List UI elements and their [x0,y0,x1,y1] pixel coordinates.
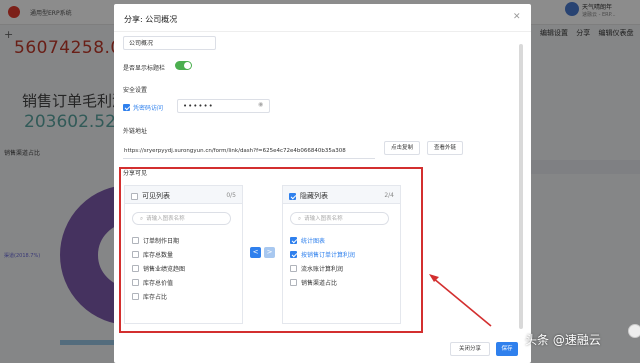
link-label: 外链地址 [123,128,148,135]
divider [114,31,531,32]
dialog-title: 分享: 公司概况 [124,15,178,24]
eye-icon[interactable]: ◉ [258,101,263,108]
password-input[interactable]: •••••• [177,99,270,113]
close-icon[interactable]: ✕ [513,12,521,22]
security-label: 安全设置 [123,87,148,94]
dialog-footer: 关闭分享 保存 [114,340,531,363]
copy-link-button[interactable]: 点击复制 [384,141,420,155]
save-button[interactable]: 保存 [496,342,518,356]
watermark: 头条 @速融云 [525,333,601,347]
checkbox-icon[interactable] [123,104,130,111]
show-title-label: 是否显示标题栏 [123,65,166,72]
annotation-highlight-box [119,167,423,333]
close-share-button[interactable]: 关闭分享 [450,342,490,356]
watermark-avatar [628,324,640,338]
scrollbar[interactable] [519,44,523,329]
view-link-button[interactable]: 查看外链 [427,141,463,155]
annotation-arrow-icon [429,274,492,327]
password-check-label: 凭密码访问 [133,105,164,112]
share-title-input[interactable]: 公司概况 [123,36,216,50]
share-link-input[interactable]: https://sryerpyydj.surongyun.cn/form/lin… [123,145,375,159]
password-checkbox[interactable]: 凭密码访问 [123,103,163,112]
show-title-toggle[interactable] [175,61,192,70]
